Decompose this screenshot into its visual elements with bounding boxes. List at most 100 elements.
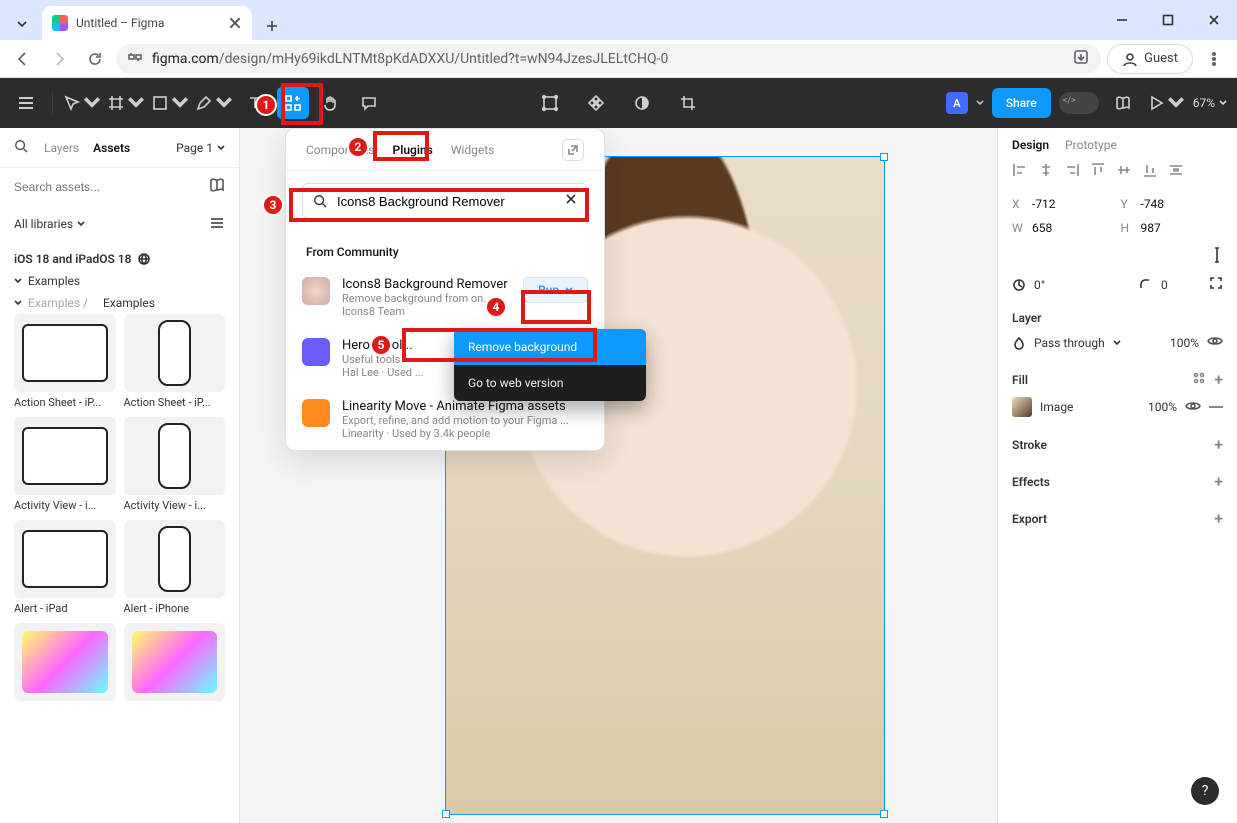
popover-tab-components[interactable]: Components	[306, 143, 375, 157]
url-box[interactable]: figma.com/design/mHy69ikdLNTMt8pKdADXXU/…	[116, 44, 1101, 74]
tab-assets[interactable]: Assets	[93, 141, 130, 155]
canvas[interactable]: Components Plugins Widgets From Communit…	[240, 128, 997, 823]
plugin-search-input[interactable]	[337, 194, 555, 209]
present-button[interactable]	[1147, 87, 1185, 119]
align-hcenter-icon[interactable]	[1038, 162, 1054, 181]
install-app-icon[interactable]	[1073, 49, 1089, 69]
resources-button[interactable]	[277, 87, 309, 119]
plugin-search-box[interactable]	[302, 183, 588, 219]
remove-fill-button[interactable]	[1209, 406, 1223, 408]
y-input[interactable]: -748	[1141, 197, 1224, 211]
browser-forward-button[interactable]	[44, 44, 74, 74]
zoom-level[interactable]: 67%	[1193, 96, 1227, 110]
crop-button[interactable]	[672, 87, 704, 119]
libraries-dropdown[interactable]: All libraries	[14, 217, 73, 231]
w-input[interactable]: 658	[1032, 221, 1115, 235]
tree-breadcrumb[interactable]: Examples / Examples	[0, 292, 239, 314]
popover-tab-widgets[interactable]: Widgets	[451, 143, 495, 157]
close-tab-icon[interactable]	[228, 16, 242, 30]
shape-tool-button[interactable]	[151, 87, 189, 119]
move-tool-button[interactable]	[63, 87, 101, 119]
align-top-icon[interactable]	[1090, 162, 1106, 181]
distribute-icon[interactable]	[1168, 162, 1184, 181]
align-vcenter-icon[interactable]	[1116, 162, 1132, 181]
constrain-proportions-icon[interactable]	[1211, 245, 1223, 268]
rotation-input[interactable]: 0°	[1034, 278, 1094, 292]
share-button[interactable]: Share	[992, 88, 1051, 118]
dev-mode-toggle[interactable]	[1059, 92, 1099, 114]
asset-item[interactable]	[124, 623, 226, 705]
frame-tool-button[interactable]	[107, 87, 145, 119]
browser-back-button[interactable]	[8, 44, 38, 74]
asset-item[interactable]: Alert - iPhone	[124, 520, 226, 615]
hand-tool-button[interactable]	[315, 87, 347, 119]
x-input[interactable]: -712	[1032, 197, 1115, 211]
user-avatar[interactable]: A	[946, 92, 968, 114]
independent-corners-icon[interactable]	[1209, 276, 1223, 293]
run-plugin-button[interactable]: Run	[523, 277, 588, 303]
tab-prototype[interactable]: Prototype	[1065, 138, 1117, 152]
blend-mode-select[interactable]: Pass through	[1034, 336, 1105, 350]
popover-detach-icon[interactable]	[562, 139, 584, 161]
search-icon[interactable]	[14, 139, 30, 157]
corner-radius-input[interactable]: 0	[1161, 278, 1201, 292]
figma-menu-button[interactable]	[10, 87, 42, 119]
mask-button[interactable]	[626, 87, 658, 119]
add-stroke-button[interactable]: +	[1214, 435, 1223, 454]
browser-overflow-menu-button[interactable]	[1199, 44, 1229, 74]
asset-item[interactable]: Action Sheet - iP...	[124, 314, 226, 409]
asset-item[interactable]: Activity View - i...	[124, 417, 226, 512]
add-effect-button[interactable]: +	[1214, 472, 1223, 491]
chevron-down-icon[interactable]	[976, 99, 984, 107]
browser-tab[interactable]: Untitled – Figma	[42, 6, 252, 40]
list-view-icon[interactable]	[209, 215, 225, 234]
chevron-down-icon	[1113, 339, 1121, 347]
window-close-button[interactable]	[1191, 0, 1237, 40]
browser-reload-button[interactable]	[80, 44, 110, 74]
asset-grid: Action Sheet - iP... Action Sheet - iP..…	[0, 314, 239, 705]
window-minimize-button[interactable]	[1099, 0, 1145, 40]
align-left-icon[interactable]	[1012, 162, 1028, 181]
align-right-icon[interactable]	[1064, 162, 1080, 181]
browser-tabs-menu-button[interactable]	[6, 8, 38, 40]
h-input[interactable]: 987	[1141, 221, 1224, 235]
clear-search-icon[interactable]	[565, 193, 577, 209]
library-button[interactable]	[1107, 87, 1139, 119]
fill-opacity-input[interactable]: 100%	[1148, 400, 1177, 414]
visibility-icon[interactable]	[1185, 398, 1201, 417]
tree-node-examples[interactable]: Examples	[0, 270, 239, 292]
plugin-result-item[interactable]: Icons8 Background Remover Remove backgro…	[286, 267, 604, 328]
toolbar-center-group	[534, 87, 704, 119]
library-icon[interactable]	[209, 177, 225, 197]
add-export-button[interactable]: +	[1214, 509, 1223, 528]
help-button[interactable]: ?	[1191, 777, 1219, 805]
asset-item[interactable]	[14, 623, 116, 705]
fill-swatch[interactable]	[1012, 397, 1032, 417]
menu-item-remove-background[interactable]: Remove background	[454, 329, 646, 365]
asset-item[interactable]: Action Sheet - iP...	[14, 314, 116, 409]
tab-layers[interactable]: Layers	[44, 141, 79, 155]
asset-item[interactable]: Alert - iPad	[14, 520, 116, 615]
new-tab-button[interactable]	[258, 12, 286, 40]
menu-item-go-to-web[interactable]: Go to web version	[454, 365, 646, 401]
page-selector[interactable]: Page 1	[176, 141, 225, 155]
tab-design[interactable]: Design	[1012, 138, 1049, 152]
pen-tool-button[interactable]	[195, 87, 233, 119]
rotation-icon	[1012, 278, 1026, 292]
site-settings-icon[interactable]	[128, 50, 142, 67]
create-component-button[interactable]	[580, 87, 612, 119]
assets-search-input[interactable]	[14, 180, 201, 194]
profile-guest-chip[interactable]: Guest	[1107, 44, 1193, 74]
style-icon[interactable]	[1192, 371, 1206, 388]
visibility-icon[interactable]	[1207, 333, 1223, 352]
edit-object-button[interactable]	[534, 87, 566, 119]
layer-opacity-input[interactable]: 100%	[1170, 336, 1199, 350]
add-fill-button[interactable]: +	[1214, 370, 1223, 389]
window-maximize-button[interactable]	[1145, 0, 1191, 40]
text-tool-button[interactable]	[239, 87, 271, 119]
asset-item[interactable]: Activity View - i...	[14, 417, 116, 512]
comment-tool-button[interactable]	[353, 87, 385, 119]
fill-type-label[interactable]: Image	[1040, 400, 1073, 414]
align-bottom-icon[interactable]	[1142, 162, 1158, 181]
popover-tab-plugins[interactable]: Plugins	[393, 143, 433, 157]
